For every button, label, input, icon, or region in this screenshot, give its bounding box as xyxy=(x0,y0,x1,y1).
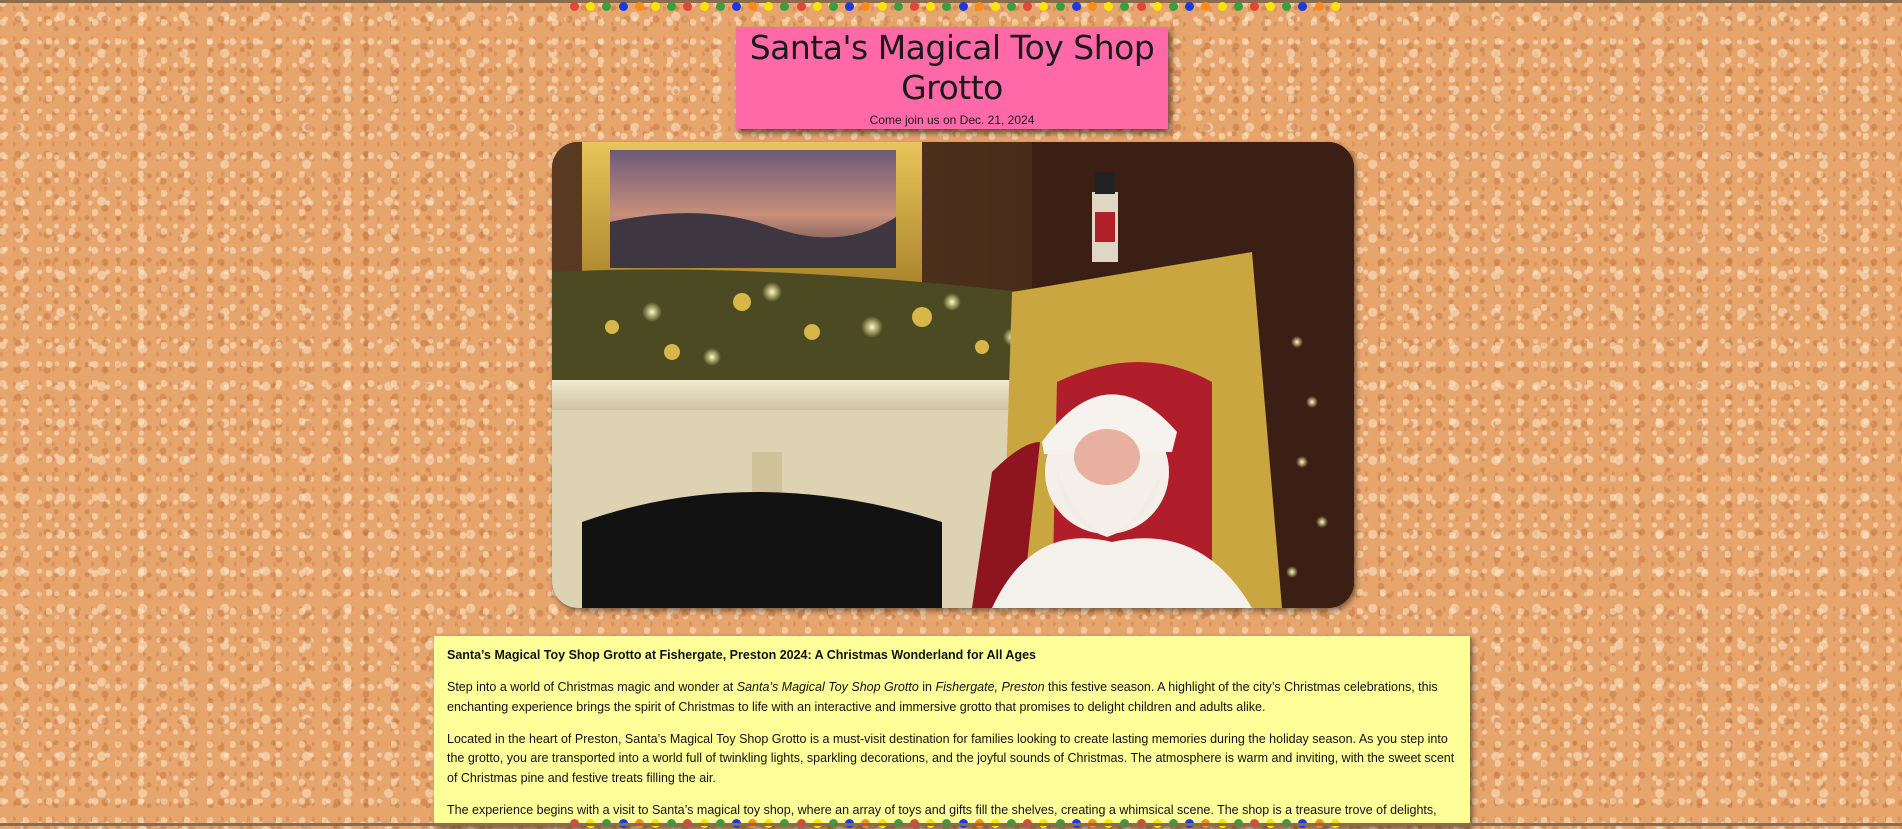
article-paragraph-1: Step into a world of Christmas magic and… xyxy=(447,678,1457,717)
p1-location: Fishergate, Preston xyxy=(935,680,1045,694)
title-card: Santa's Magical Toy Shop Grotto Come joi… xyxy=(736,27,1168,129)
light-bulb-icon xyxy=(1071,1,1081,11)
light-bulb-icon xyxy=(1120,1,1130,11)
light-bulb-icon xyxy=(861,1,871,11)
light-bulb-icon xyxy=(796,1,806,11)
light-bulb-icon xyxy=(990,1,1000,11)
light-bulb-icon xyxy=(893,1,903,11)
light-bulb-icon xyxy=(1023,1,1033,11)
light-bulb-icon xyxy=(1168,1,1178,11)
p1-grotto-name: Santa’s Magical Toy Shop Grotto xyxy=(736,680,919,694)
light-bulb-icon xyxy=(845,1,855,11)
light-bulb-icon xyxy=(764,1,774,11)
light-bulb-icon xyxy=(974,1,984,11)
light-bulb-icon xyxy=(942,1,952,11)
event-date: Come join us on Dec. 21, 2024 xyxy=(869,113,1035,127)
light-bulb-icon xyxy=(1152,1,1162,11)
light-bulb-icon xyxy=(586,1,596,11)
light-bulb-icon xyxy=(812,1,822,11)
light-bulb-icon xyxy=(570,1,579,11)
light-bulb-icon xyxy=(650,1,660,11)
santa-photo xyxy=(552,142,1354,608)
p1-mid: in xyxy=(918,680,936,694)
light-bulb-icon xyxy=(1298,1,1308,11)
light-bulb-icon xyxy=(1201,1,1211,11)
light-bulb-icon xyxy=(958,1,968,11)
light-bulb-icon xyxy=(1282,1,1292,11)
article-card: Santa’s Magical Toy Shop Grotto at Fishe… xyxy=(434,636,1470,826)
light-bulb-icon xyxy=(667,1,677,11)
light-bulb-icon xyxy=(877,1,887,11)
light-bulb-icon xyxy=(602,1,612,11)
light-bulb-icon xyxy=(829,1,838,11)
light-bulb-icon xyxy=(1314,1,1324,11)
light-bulb-icon xyxy=(715,1,725,11)
light-bulb-icon xyxy=(1136,1,1146,11)
light-bulb-icon xyxy=(780,1,790,11)
p1-pre: Step into a world of Christmas magic and… xyxy=(447,680,737,694)
light-bulb-icon xyxy=(926,1,936,11)
light-bulb-icon xyxy=(1088,1,1097,11)
light-bulb-icon xyxy=(683,1,693,11)
article-heading: Santa’s Magical Toy Shop Grotto at Fishe… xyxy=(447,648,1037,662)
light-bulb-icon xyxy=(1330,1,1340,11)
light-bulb-icon xyxy=(1217,1,1227,11)
light-bulb-icon xyxy=(909,1,919,11)
string-lights-top xyxy=(570,0,1340,12)
light-bulb-icon xyxy=(1104,1,1114,11)
light-bulb-icon xyxy=(1039,1,1049,11)
article-paragraph-2: Located in the heart of Preston, Santa’s… xyxy=(447,731,1455,785)
light-bulb-icon xyxy=(1185,1,1195,11)
light-bulb-icon xyxy=(618,1,628,11)
light-bulb-icon xyxy=(731,1,741,11)
light-bulb-icon xyxy=(634,1,644,11)
light-bulb-icon xyxy=(1266,1,1276,11)
light-bulb-icon xyxy=(699,1,709,11)
light-bulb-icon xyxy=(1249,1,1259,11)
light-bulb-icon xyxy=(1007,1,1017,11)
light-bulb-icon xyxy=(1233,1,1243,11)
page-title: Santa's Magical Toy Shop Grotto xyxy=(749,28,1155,107)
light-bulb-icon xyxy=(1055,1,1065,11)
light-bulb-icon xyxy=(748,1,758,11)
